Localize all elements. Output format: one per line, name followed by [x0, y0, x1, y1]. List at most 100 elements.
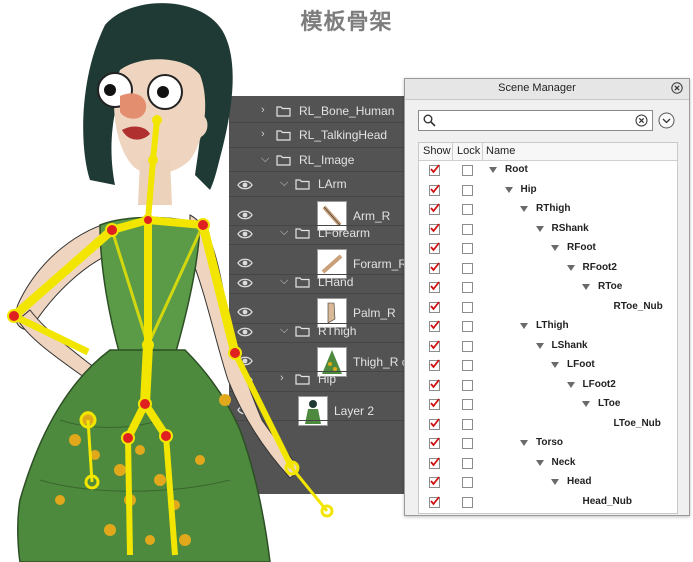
- tree-row[interactable]: Torso: [419, 434, 677, 454]
- tree-row[interactable]: LToe: [419, 395, 677, 415]
- chevron-right-icon[interactable]: ›: [261, 104, 265, 116]
- visibility-eye-icon[interactable]: [237, 255, 253, 271]
- chevron-down-icon[interactable]: ⌵: [280, 324, 288, 337]
- tree-row[interactable]: Head: [419, 473, 677, 493]
- layer-row[interactable]: ⌵ LHand: [229, 271, 407, 295]
- show-checkbox[interactable]: [429, 203, 440, 215]
- chevron-right-icon[interactable]: ›: [261, 128, 265, 140]
- show-checkbox[interactable]: [429, 300, 440, 313]
- visibility-eye-icon[interactable]: [237, 226, 253, 242]
- column-divider[interactable]: [482, 143, 483, 160]
- expand-triangle-icon[interactable]: [566, 381, 575, 388]
- show-checkbox[interactable]: [429, 281, 440, 293]
- lock-checkbox[interactable]: [462, 165, 473, 176]
- search-input[interactable]: [439, 112, 633, 130]
- expand-triangle-icon[interactable]: [535, 459, 544, 466]
- chevron-right-icon[interactable]: ›: [280, 372, 284, 384]
- show-checkbox[interactable]: [429, 339, 440, 352]
- chevron-down-icon[interactable]: ⌵: [280, 275, 288, 288]
- tree-row[interactable]: [419, 512, 677, 513]
- layer-row[interactable]: › RL_Bone_Human: [229, 100, 407, 124]
- tree-row[interactable]: LShank: [419, 337, 677, 357]
- layer-row[interactable]: ⌵ LArm: [229, 173, 407, 197]
- show-checkbox[interactable]: [429, 495, 440, 508]
- lock-checkbox[interactable]: [462, 204, 473, 215]
- tree-row[interactable]: LToe_Nub: [419, 415, 677, 435]
- tree-row[interactable]: RToe: [419, 278, 677, 298]
- show-checkbox[interactable]: [429, 261, 440, 274]
- column-header-name[interactable]: Name: [486, 145, 515, 157]
- lock-checkbox[interactable]: [462, 243, 473, 254]
- expand-triangle-icon[interactable]: [551, 245, 559, 251]
- lock-checkbox[interactable]: [462, 457, 473, 469]
- chevron-down-icon[interactable]: [658, 112, 675, 129]
- expand-triangle-icon[interactable]: [504, 186, 513, 193]
- visibility-eye-icon[interactable]: [237, 304, 253, 320]
- lock-checkbox[interactable]: [462, 262, 473, 274]
- expand-triangle-icon[interactable]: [551, 479, 559, 485]
- lock-checkbox[interactable]: [462, 340, 473, 352]
- column-divider[interactable]: [452, 143, 453, 160]
- visibility-eye-icon[interactable]: [237, 353, 253, 369]
- show-checkbox[interactable]: [429, 378, 440, 391]
- tree-row[interactable]: Head_Nub: [419, 493, 677, 513]
- chevron-down-icon[interactable]: ⌵: [261, 153, 269, 166]
- close-icon[interactable]: [671, 82, 683, 94]
- tree-row[interactable]: LFoot: [419, 356, 677, 376]
- tree-row[interactable]: LFoot2: [419, 376, 677, 396]
- layer-row[interactable]: ⌵ RL_Image: [229, 149, 407, 173]
- chevron-down-icon[interactable]: ⌵: [280, 226, 288, 239]
- lock-checkbox[interactable]: [462, 301, 473, 313]
- show-checkbox[interactable]: [429, 437, 440, 449]
- lock-checkbox[interactable]: [462, 321, 473, 332]
- show-checkbox[interactable]: [429, 320, 440, 332]
- lock-checkbox[interactable]: [462, 379, 473, 391]
- expand-triangle-icon[interactable]: [489, 167, 497, 173]
- lock-checkbox[interactable]: [462, 477, 473, 488]
- show-checkbox[interactable]: [429, 183, 440, 196]
- lock-checkbox[interactable]: [462, 360, 473, 371]
- tree-row[interactable]: Neck: [419, 454, 677, 474]
- expand-triangle-icon[interactable]: [535, 225, 544, 232]
- lock-checkbox[interactable]: [462, 184, 473, 196]
- chevron-down-icon[interactable]: ⌵: [280, 177, 288, 190]
- expand-triangle-icon[interactable]: [582, 284, 590, 290]
- expand-triangle-icon[interactable]: [551, 362, 559, 368]
- visibility-eye-icon[interactable]: [237, 402, 253, 418]
- layer-row[interactable]: Layer 2: [229, 395, 407, 426]
- layer-row[interactable]: › RL_TalkingHead: [229, 124, 407, 148]
- column-header-lock[interactable]: Lock: [457, 145, 480, 157]
- tree-row[interactable]: RFoot: [419, 239, 677, 259]
- lock-checkbox[interactable]: [462, 399, 473, 410]
- expand-triangle-icon[interactable]: [566, 264, 575, 271]
- visibility-eye-icon[interactable]: [237, 207, 253, 223]
- layer-row[interactable]: › Hip: [229, 368, 407, 392]
- expand-triangle-icon[interactable]: [520, 323, 528, 329]
- show-checkbox[interactable]: [429, 359, 440, 371]
- tree-row[interactable]: RFoot2: [419, 259, 677, 279]
- tree-row[interactable]: RThigh: [419, 200, 677, 220]
- lock-checkbox[interactable]: [462, 282, 473, 293]
- visibility-eye-icon[interactable]: [237, 177, 253, 193]
- tree-row[interactable]: LThigh: [419, 317, 677, 337]
- layer-row[interactable]: ⌵ RThigh: [229, 320, 407, 344]
- tree-row[interactable]: RShank: [419, 220, 677, 240]
- show-checkbox[interactable]: [429, 417, 440, 430]
- show-checkbox[interactable]: [429, 164, 440, 176]
- visibility-eye-icon[interactable]: [237, 324, 253, 340]
- lock-checkbox[interactable]: [462, 438, 473, 449]
- show-checkbox[interactable]: [429, 222, 440, 235]
- expand-triangle-icon[interactable]: [535, 342, 544, 349]
- show-checkbox[interactable]: [429, 398, 440, 410]
- visibility-eye-icon[interactable]: [237, 372, 253, 388]
- clear-search-icon[interactable]: [635, 114, 648, 127]
- show-checkbox[interactable]: [429, 456, 440, 469]
- expand-triangle-icon[interactable]: [520, 206, 528, 212]
- lock-checkbox[interactable]: [462, 496, 473, 508]
- tree-row[interactable]: Root: [419, 161, 677, 181]
- lock-checkbox[interactable]: [462, 418, 473, 430]
- tree-row[interactable]: Hip: [419, 181, 677, 201]
- visibility-eye-icon[interactable]: [237, 275, 253, 291]
- expand-triangle-icon[interactable]: [582, 401, 590, 407]
- show-checkbox[interactable]: [429, 242, 440, 254]
